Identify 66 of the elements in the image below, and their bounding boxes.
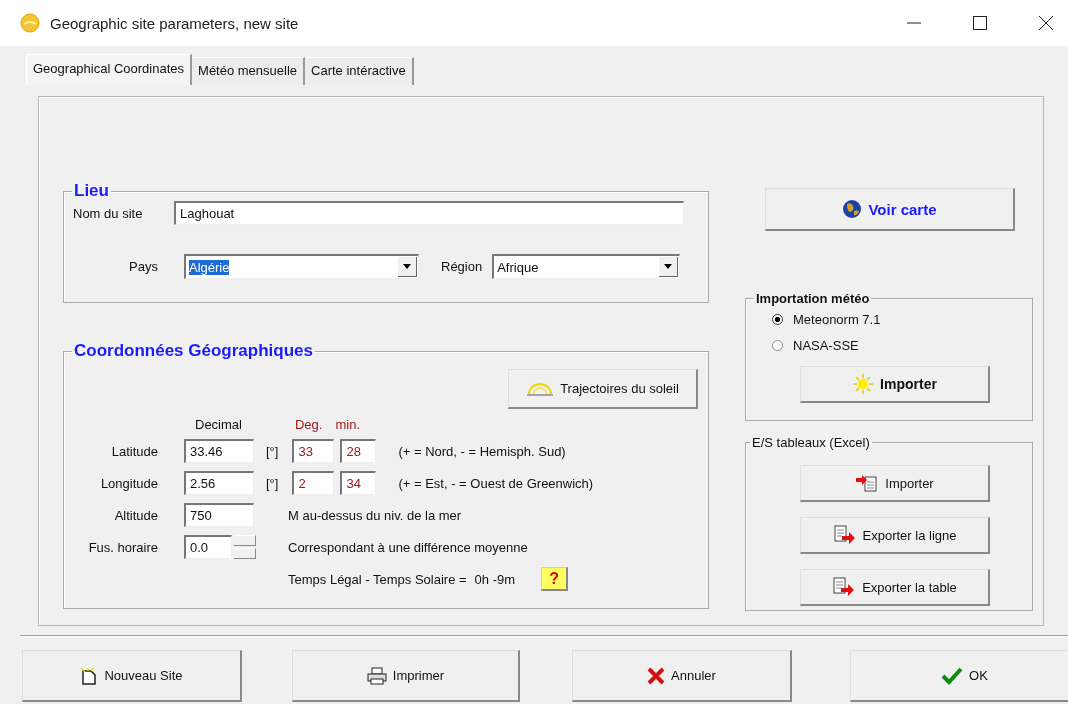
group-title: Coordonnées Géographiques: [73, 341, 314, 361]
maximize-icon[interactable]: [972, 15, 988, 31]
help-button[interactable]: ?: [541, 567, 569, 591]
field-label: Latitude: [110, 443, 158, 459]
degrees-field[interactable]: 33: [292, 439, 335, 463]
hint-text: (+ = Nord, - = Hemisph. Sud): [398, 443, 566, 459]
decimal-field[interactable]: 2.56: [184, 471, 254, 495]
site-name-field[interactable]: Laghouat: [174, 201, 684, 225]
globe-icon: [842, 199, 863, 219]
unit-label: [°]: [266, 443, 279, 459]
field-label: Pays: [128, 259, 158, 274]
column-header: Deg.: [294, 417, 323, 434]
dropdown-arrow-icon: [664, 264, 673, 269]
field-label: Altitude: [113, 507, 158, 523]
altitude-field[interactable]: 750: [184, 503, 254, 527]
timezone-field[interactable]: 0.0: [184, 535, 232, 559]
hint-text: (+ = Est, - = Ouest de Greenwich): [398, 475, 594, 491]
export-document-icon: [832, 577, 857, 597]
field-label: Fus. horaire: [87, 539, 158, 555]
tab[interactable]: Carte intéractive: [305, 57, 414, 85]
sun-paths-button[interactable]: Trajectoires du soleil: [508, 369, 698, 409]
app-icon: [20, 13, 40, 33]
minutes-field[interactable]: 28: [340, 439, 377, 463]
group-title: Lieu: [73, 181, 110, 201]
radio-option[interactable]: Meteonorm 7.1: [772, 306, 1032, 332]
region-dropdown[interactable]: Afrique: [492, 254, 681, 279]
field-label: Région: [441, 259, 483, 274]
export-document-icon: [832, 525, 857, 545]
excel-button[interactable]: Exporter la ligne: [800, 517, 990, 554]
import-document-icon: [855, 474, 880, 492]
import-weather-button[interactable]: Importer: [800, 366, 990, 403]
degrees-field[interactable]: 2: [292, 471, 335, 495]
time-difference-value: 0h -9m: [474, 571, 516, 587]
tab[interactable]: Geographical Coordinates: [26, 54, 193, 85]
cross-icon: [647, 666, 666, 685]
view-map-button[interactable]: Voir carte: [765, 188, 1015, 231]
close-icon[interactable]: [1038, 15, 1054, 31]
hint-text: M au-dessus du niv. de la mer: [288, 507, 462, 523]
excel-button[interactable]: Exporter la table: [800, 569, 990, 606]
sun-arc-icon: [526, 381, 555, 396]
dialog-button[interactable]: Annuler: [572, 650, 792, 702]
excel-button[interactable]: Importer: [800, 465, 990, 502]
dropdown-arrow-icon: [403, 264, 411, 269]
hint-text: Correspondant à une différence moyenne: [288, 539, 528, 555]
group-title: E/S tableaux (Excel): [751, 435, 871, 450]
checkmark-icon: [941, 666, 964, 685]
field-label: Nom du site: [72, 205, 144, 221]
window-title: Geographic site parameters, new site: [50, 14, 299, 32]
column-header: min.: [335, 417, 360, 434]
dialog-button[interactable]: Nouveau Site: [22, 650, 242, 702]
dialog-button[interactable]: OK: [850, 650, 1068, 702]
unit-label: [°]: [266, 475, 279, 491]
minutes-field[interactable]: 34: [340, 471, 377, 495]
field-label: Longitude: [99, 475, 158, 491]
decimal-field[interactable]: 33.46: [184, 439, 254, 463]
spin-buttons[interactable]: [234, 535, 256, 559]
radio-option[interactable]: NASA-SSE: [772, 332, 1032, 358]
column-header: Decimal: [195, 417, 242, 434]
country-dropdown[interactable]: Algérie: [184, 254, 419, 279]
time-difference-label: Temps Légal - Temps Solaire =: [288, 571, 467, 587]
group-title: Importation météo: [755, 291, 871, 306]
sun-icon: [852, 373, 875, 395]
new-document-icon: [80, 666, 99, 685]
printer-icon: [366, 666, 387, 685]
tab[interactable]: Météo mensuelle: [192, 57, 306, 85]
dialog-button[interactable]: Imprimer: [292, 650, 520, 702]
